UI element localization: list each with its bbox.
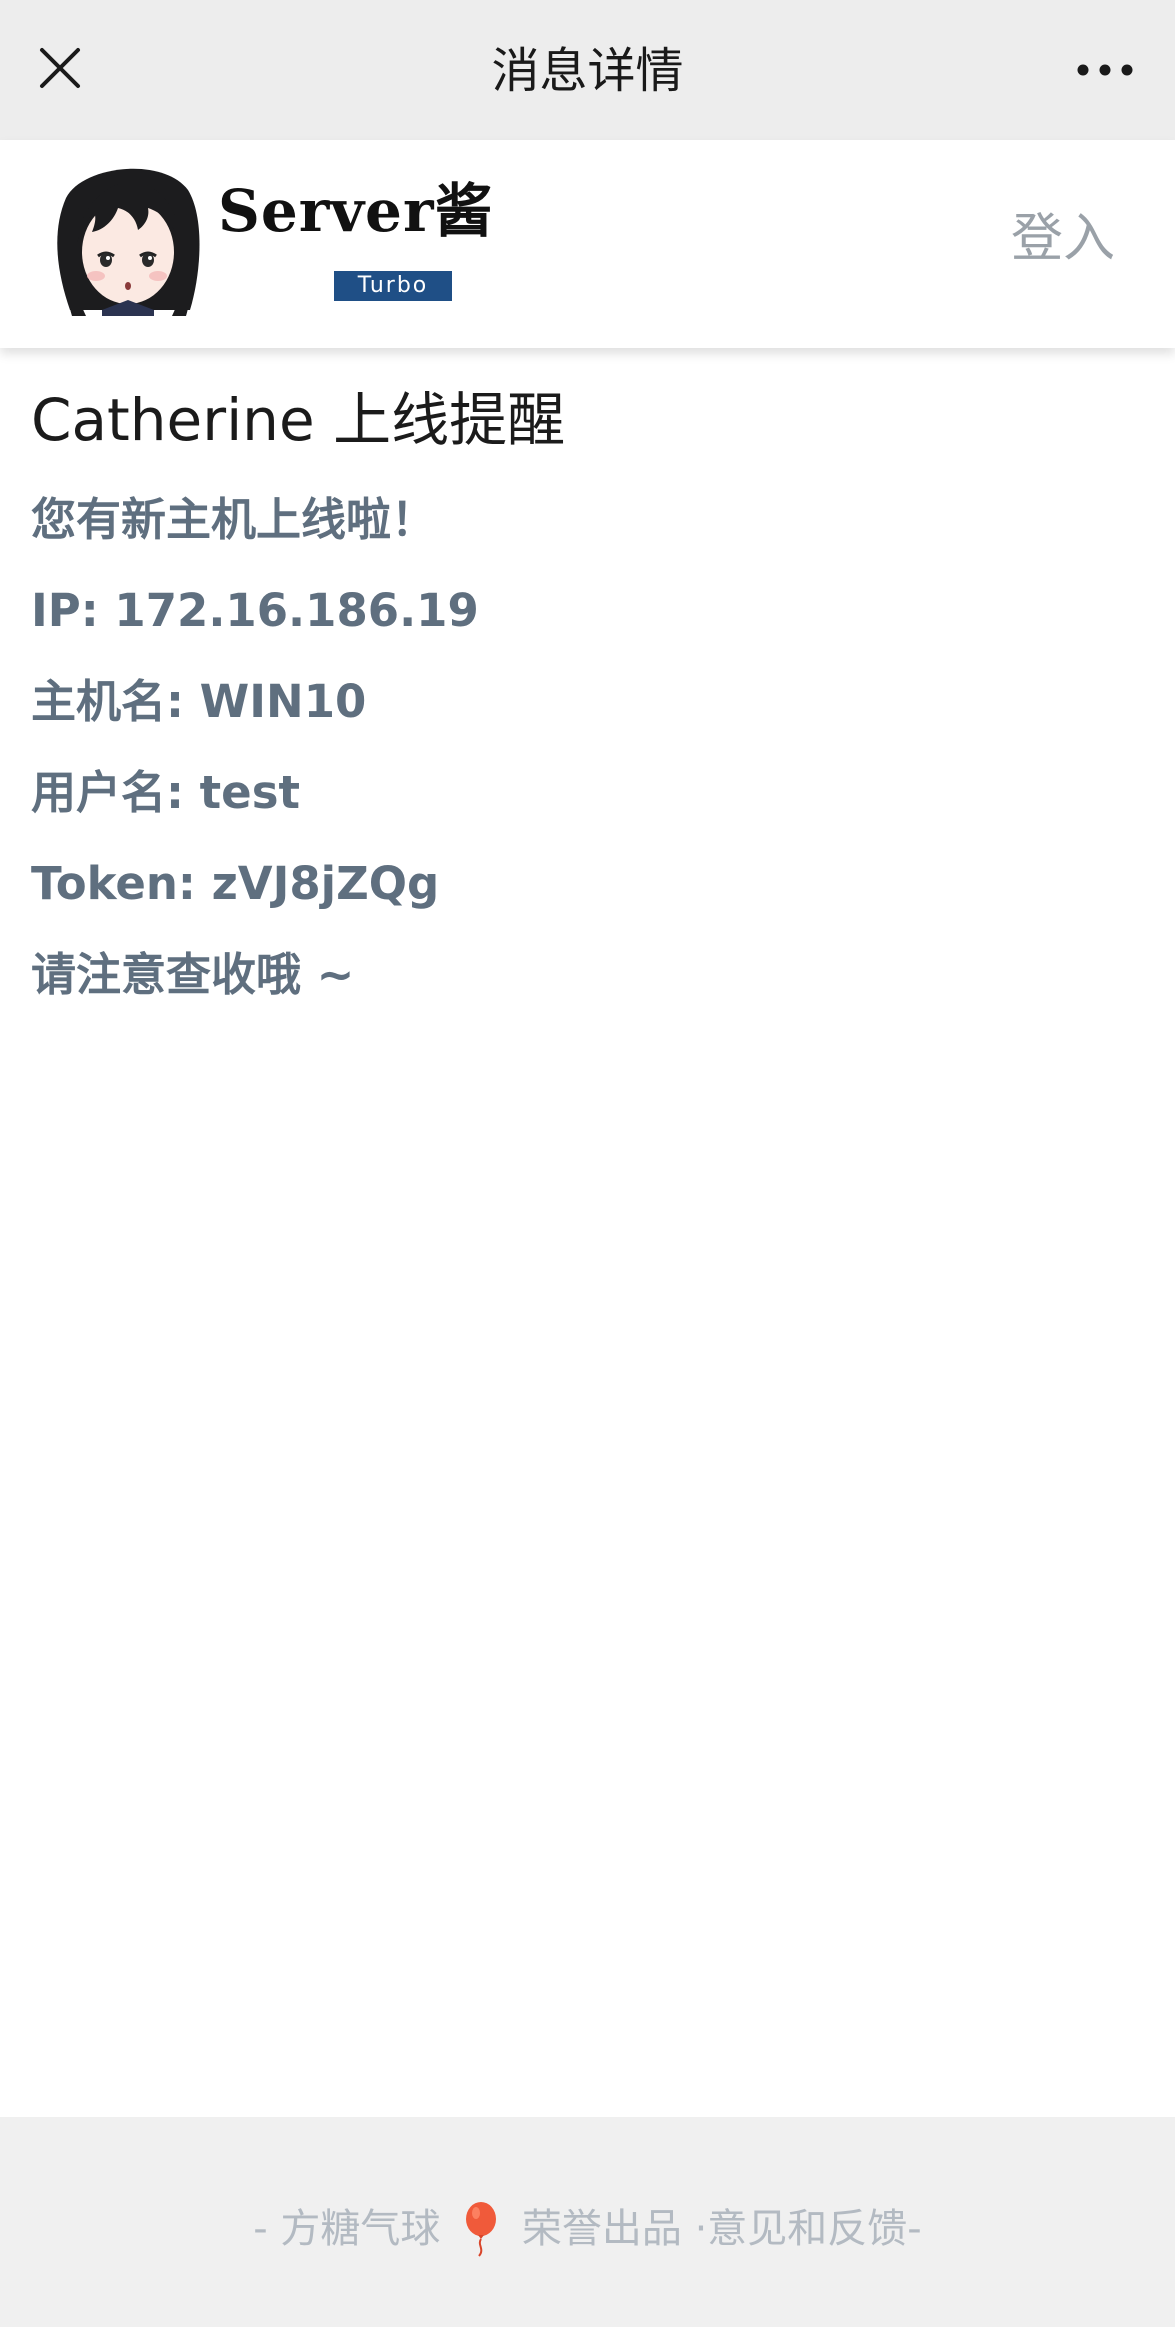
message-line-username: 用户名: test <box>31 766 300 819</box>
footer: - 方糖气球 荣誉出品 ·意见和反馈- <box>0 2117 1175 2327</box>
feedback-link[interactable]: ·意见和反馈 <box>695 2206 908 2252</box>
page-title: 消息详情 <box>491 43 684 99</box>
top-nav-bar: 消息详情 <box>0 0 1175 140</box>
message-line-hostname: 主机名: WIN10 <box>31 675 367 728</box>
girl-avatar-illustration <box>57 168 200 316</box>
close-button[interactable] <box>30 38 90 98</box>
footer-prefix: - 方糖气球 <box>253 2206 441 2252</box>
more-button[interactable] <box>1067 44 1147 94</box>
balloon-icon <box>466 2202 497 2257</box>
avatar <box>52 160 202 316</box>
message-title: Catherine 上线提醒 <box>31 386 566 454</box>
footer-honor: 荣誉出品 <box>521 2206 682 2252</box>
turbo-badge: Turbo <box>334 271 452 301</box>
footer-credits: - 方糖气球 荣誉出品 ·意见和反馈- <box>0 2187 1175 2269</box>
message-line-closing: 请注意查收哦 ~ <box>31 948 355 1001</box>
footer-suffix: - <box>907 2206 922 2252</box>
message-content: Catherine 上线提醒 您有新主机上线啦！ IP: 172.16.186.… <box>31 370 1144 1038</box>
close-icon <box>40 48 80 88</box>
message-line-ip: IP: 172.16.186.19 <box>31 584 479 637</box>
site-header: Server酱 Turbo 登入 <box>0 140 1175 348</box>
more-dots-icon <box>1077 64 1133 76</box>
message-line-greeting: 您有新主机上线啦！ <box>31 493 437 546</box>
brand-logo-text: Server酱 <box>218 177 494 245</box>
message-line-token: Token: zVJ8jZQg <box>31 857 440 910</box>
login-link[interactable]: 登入 <box>1011 204 1115 274</box>
